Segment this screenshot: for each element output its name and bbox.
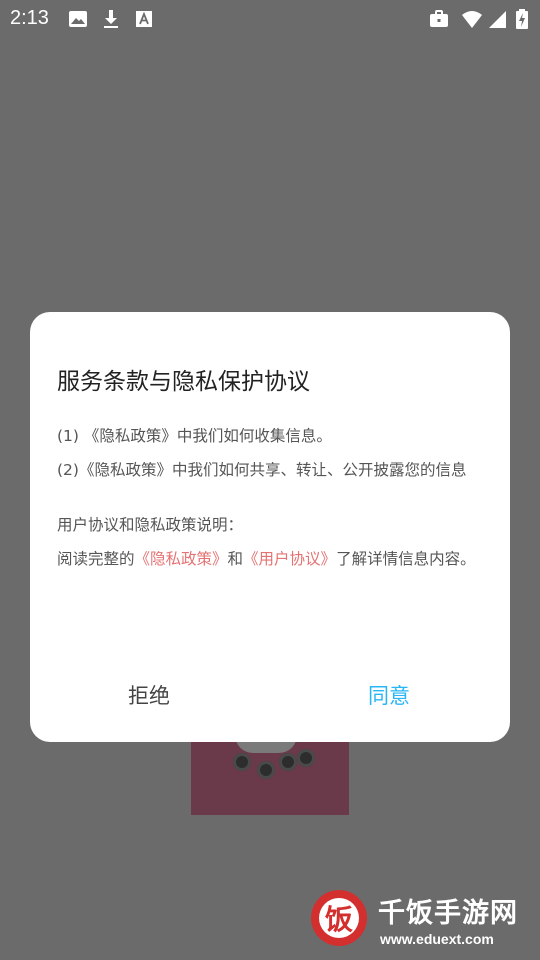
cat-paw-shape [279,753,297,771]
user-agreement-link[interactable]: 《用户协议》 [243,550,336,568]
watermark-url: www.eduext.com [380,931,494,947]
dialog-body: (1) 《隐私政策》中我们如何收集信息。 (2)《隐私政策》中我们如何共享、转让… [57,424,487,571]
policy-item: (1) 《隐私政策》中我们如何收集信息。 [57,427,332,445]
privacy-dialog: 服务条款与隐私保护协议 (1) 《隐私政策》中我们如何收集信息。 (2)《隐私政… [30,312,510,742]
dialog-actions: 拒绝 同意 [30,680,510,710]
download-icon [101,9,121,29]
reject-button[interactable]: 拒绝 [128,680,170,710]
battery-charging-icon [515,9,529,29]
status-bar: 2:13 [0,0,540,38]
section-heading: 用户协议和隐私政策说明： [57,516,244,534]
conjunction: 和 [227,550,244,568]
privacy-policy-link[interactable]: 《隐私政策》 [135,550,228,568]
cat-paw-shape [297,749,315,767]
read-suffix: 了解详情信息内容。 [336,550,476,568]
agree-button[interactable]: 同意 [368,680,410,710]
svg-text:饭: 饭 [325,903,353,936]
policy-item: (2)《隐私政策》中我们如何共享、转让、公开披露您的信息 [57,461,467,479]
cat-paw-shape [257,761,275,779]
wifi-icon [462,9,482,29]
status-time: 2:13 [10,7,49,29]
image-icon [68,9,88,29]
watermark-logo: 饭 [308,887,370,949]
watermark: 饭 千饭手游网 www.eduext.com [300,885,540,960]
font-a-icon [134,9,154,29]
watermark-title: 千饭手游网 [378,898,518,928]
briefcase-icon [429,9,449,29]
background-image [191,735,349,815]
read-prefix: 阅读完整的 [57,550,135,568]
read-agreement-text: 阅读完整的《隐私政策》和《用户协议》了解详情信息内容。 [57,547,487,571]
dialog-title: 服务条款与隐私保护协议 [57,369,310,395]
cellular-signal-icon [488,9,508,29]
cat-paw-shape [233,753,251,771]
